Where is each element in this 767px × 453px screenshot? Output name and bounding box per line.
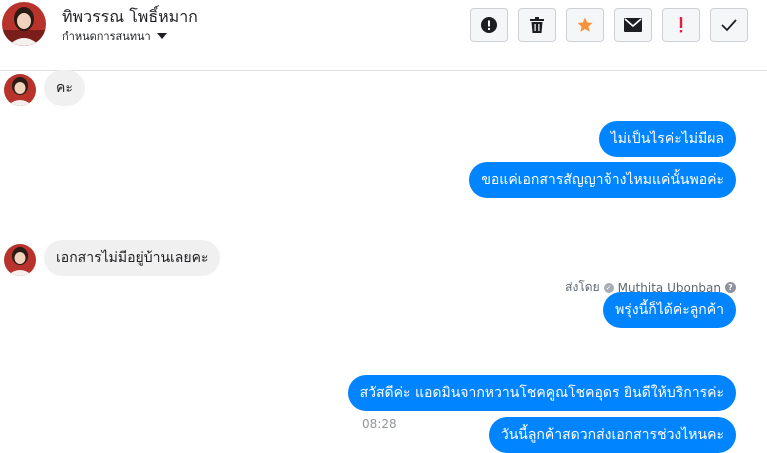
mark-unread-button[interactable] [614, 8, 652, 42]
sent-by-prefix: ส่งโดย [565, 280, 600, 294]
help-icon[interactable]: ? [725, 282, 736, 293]
message-thread: คะ ไม่เป็นไรค่ะไม่มีผล ขอแค่เอกสารสัญญาจ… [0, 70, 767, 453]
message-bubble-incoming[interactable]: เอกสารไม่มีอยู่บ้านเลยคะ [44, 240, 221, 276]
message-bubble-incoming[interactable]: คะ [44, 70, 85, 106]
exclamation-icon [679, 17, 683, 33]
report-spam-button[interactable] [470, 8, 508, 42]
seen-check-icon: ✓ [603, 282, 614, 293]
alert-circle-icon [481, 17, 497, 33]
conversation-header: ทิพวรรณ โพธิ์หมาก กำหนดการสนทนา [0, 0, 767, 71]
star-button[interactable] [566, 8, 604, 42]
contact-avatar[interactable] [2, 2, 46, 46]
manage-conversation-dropdown[interactable]: กำหนดการสนทนา [62, 27, 167, 45]
message-bubble-outgoing[interactable]: วันนี้ลูกค้าสดวกส่งเอกสารช่วงไหนคะ [488, 417, 736, 453]
message-bubble-outgoing[interactable]: พรุ่งนี้ก็ได้ค่ะลูกค้า [603, 292, 736, 328]
message-bubble-outgoing[interactable]: ไม่เป็นไรค่ะไม่มีผล [598, 121, 736, 157]
caret-down-icon [156, 33, 167, 39]
sender-avatar[interactable] [4, 74, 36, 106]
sender-avatar[interactable] [4, 244, 36, 276]
timestamp-divider: 08:28 [362, 417, 397, 431]
manage-conversation-label: กำหนดการสนทนา [62, 30, 151, 43]
trash-icon [530, 17, 544, 33]
delete-button[interactable] [518, 8, 556, 42]
done-button[interactable] [710, 8, 748, 42]
message-bubble-outgoing[interactable]: สวัสดีค่ะ แอดมินจากหวานโชคคูณโชคอุดร ยิน… [347, 375, 736, 411]
check-icon [721, 19, 737, 32]
star-icon [577, 17, 593, 32]
follow-up-button[interactable] [662, 8, 700, 42]
envelope-icon [624, 18, 642, 32]
message-bubble-outgoing[interactable]: ขอแค่เอกสารสัญญาจ้างไหมแค่นั้นพอค่ะ [469, 162, 736, 198]
